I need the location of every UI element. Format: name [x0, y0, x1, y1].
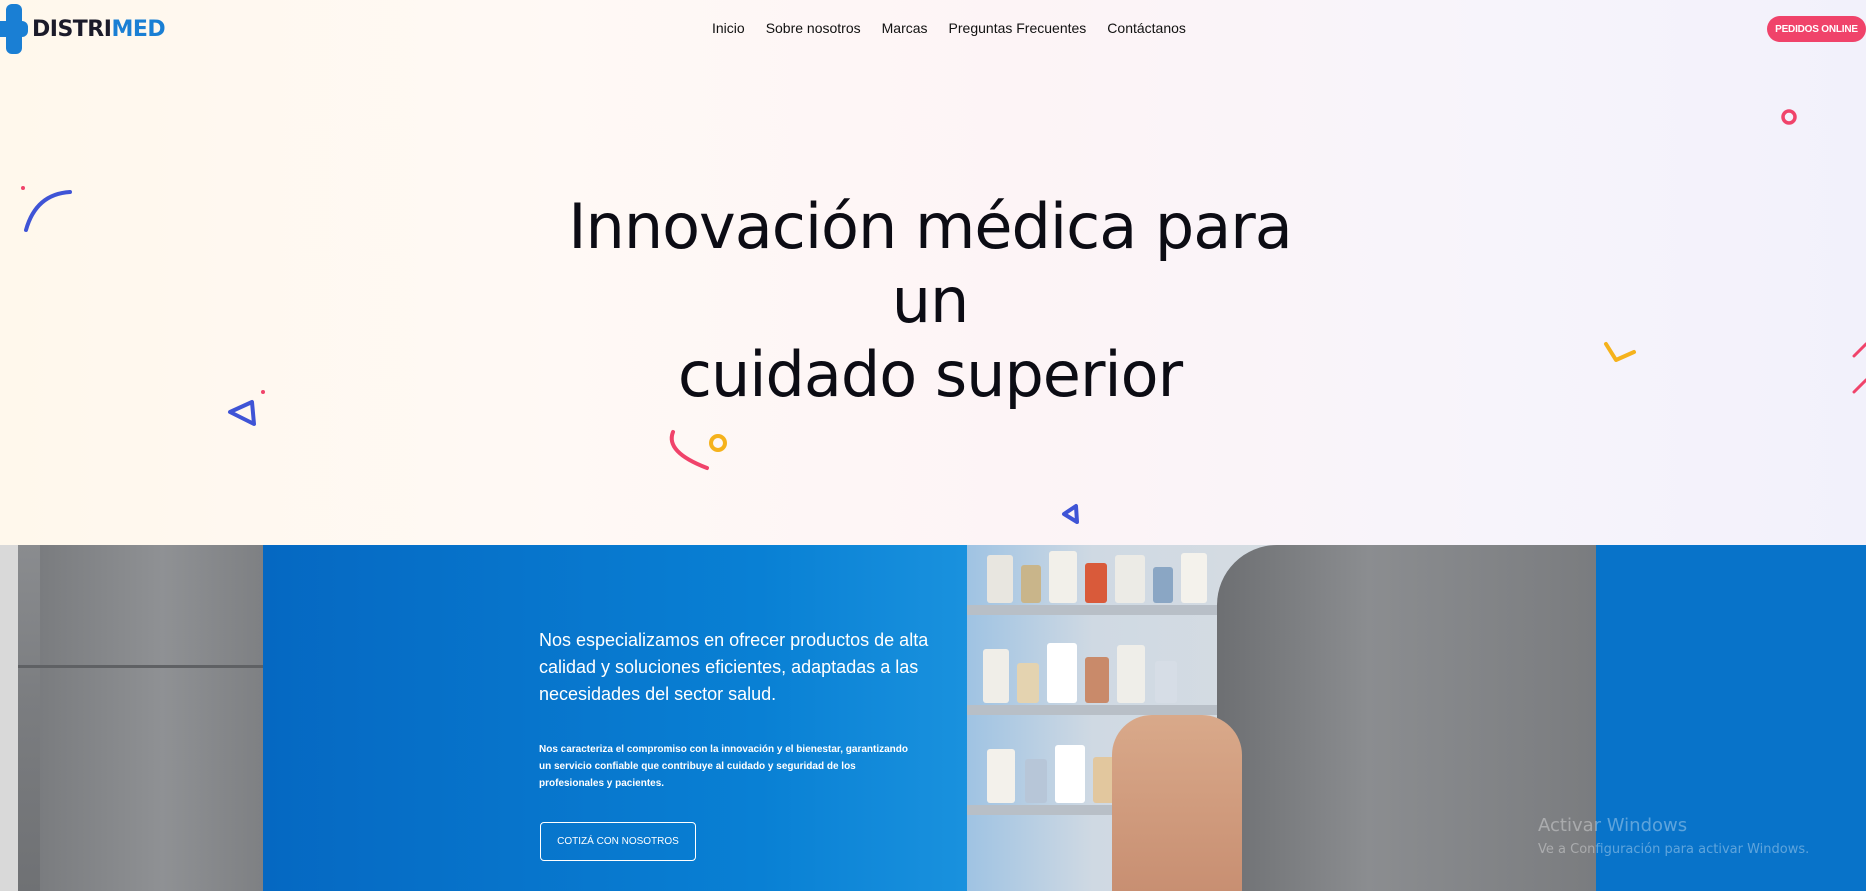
watermark-title: Activar Windows — [1538, 815, 1688, 836]
nav-link-inicio[interactable]: Inicio — [712, 20, 745, 36]
online-orders-button[interactable]: PEDIDOS ONLINE — [1767, 16, 1866, 42]
nav-link-preguntas-frecuentes[interactable]: Preguntas Frecuentes — [949, 20, 1087, 36]
band-secondary-text: Nos caracteriza el compromiso con la inn… — [539, 744, 909, 789]
decorative-small-triangle-icon — [1062, 504, 1079, 524]
decorative-triangle-icon — [228, 390, 265, 426]
windows-activation-watermark: Activar Windows Ve a Configuración para … — [1538, 815, 1809, 857]
hero-headline-line1: Innovación médica para — [568, 190, 1292, 263]
watermark-subtitle: Ve a Configuración para activar Windows. — [1538, 842, 1810, 857]
logo-text: DISTRIMED — [32, 16, 166, 42]
hero-section: DISTRIMED Inicio Sobre nosotros Marcas P… — [0, 0, 1866, 545]
nav-link-sobre-nosotros[interactable]: Sobre nosotros — [766, 20, 861, 36]
decorative-edge-line-icon — [1852, 342, 1866, 394]
cross-logo-icon — [0, 4, 32, 54]
nav-link-marcas[interactable]: Marcas — [882, 20, 928, 36]
decorative-check-icon — [1604, 342, 1636, 362]
staff-arm-photo — [1112, 715, 1242, 891]
staff-back-photo — [0, 545, 263, 891]
quote-button[interactable]: COTIZÁ CON NOSOTROS — [540, 822, 696, 861]
hero-headline: Innovación médica para un cuidado superi… — [430, 190, 1430, 412]
hero-headline-line2: un — [891, 264, 970, 337]
pharmacy-shelf-photo — [967, 545, 1596, 891]
nav-link-contactanos[interactable]: Contáctanos — [1107, 20, 1186, 36]
logo-text-part2: MED — [111, 16, 166, 42]
main-nav: Inicio Sobre nosotros Marcas Preguntas F… — [712, 20, 1207, 36]
band-main-text: Nos especializamos en ofrecer productos … — [539, 630, 929, 704]
decorative-squiggle-icon — [669, 430, 727, 470]
logo[interactable]: DISTRIMED — [0, 4, 166, 54]
decorative-circle-icon — [1781, 109, 1797, 125]
logo-text-part1: DISTRI — [32, 16, 112, 42]
decorative-arc-icon — [21, 186, 72, 232]
hero-headline-line3: cuidado superior — [677, 338, 1183, 411]
